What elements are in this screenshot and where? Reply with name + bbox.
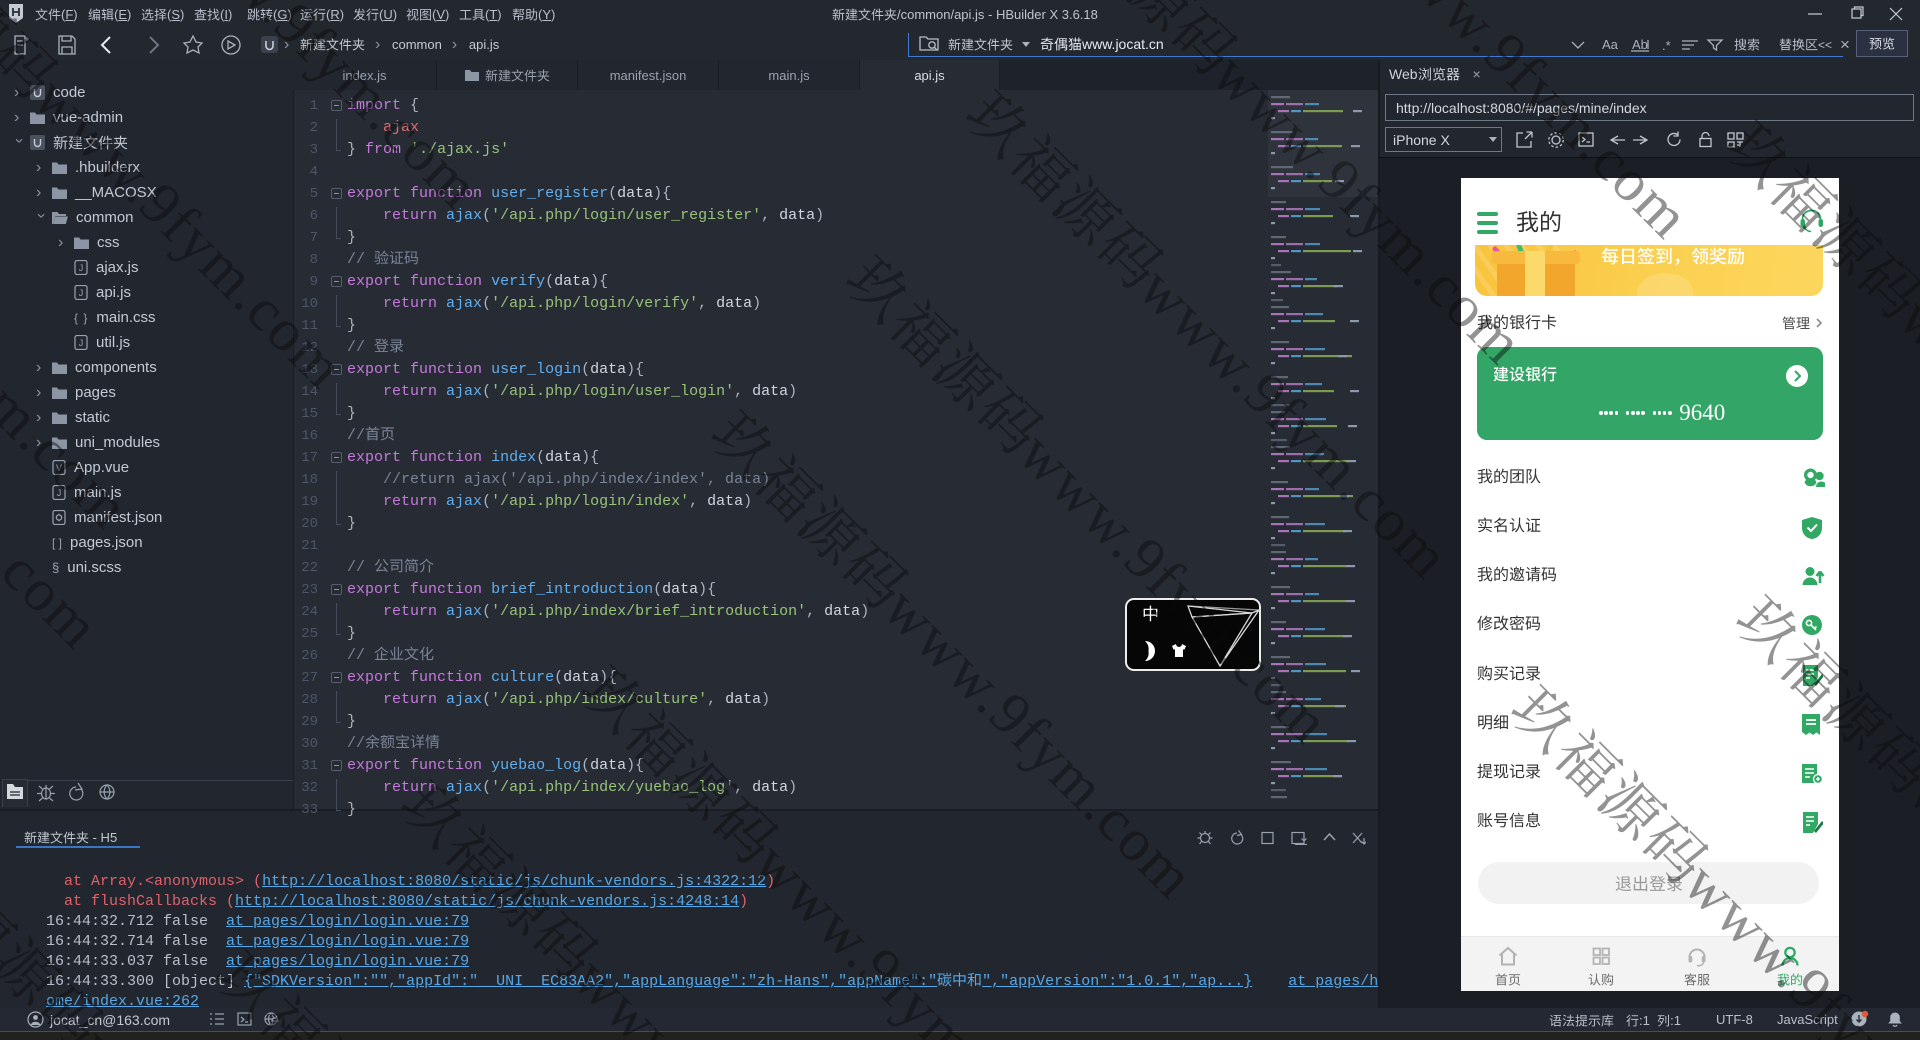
svg-text:J: J	[79, 288, 84, 298]
svg-text:V: V	[56, 463, 62, 473]
svg-text:.*: .*	[1662, 38, 1671, 53]
svg-text:Aa: Aa	[1602, 37, 1619, 52]
svg-text:J: J	[79, 338, 84, 348]
svg-text:Ab: Ab	[1632, 37, 1648, 52]
svg-text:J: J	[79, 263, 84, 273]
svg-text:J: J	[57, 488, 62, 498]
